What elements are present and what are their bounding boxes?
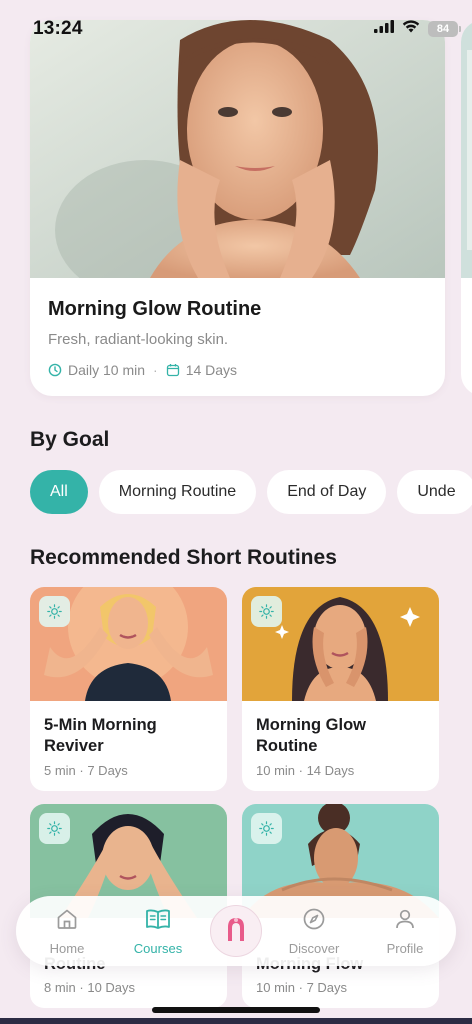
routine-image <box>30 587 227 701</box>
goal-chip-row: All Morning Routine End of Day Unde <box>30 470 472 514</box>
routine-title: 5-Min Morning Reviver <box>44 716 157 755</box>
book-icon <box>145 906 171 932</box>
featured-subtitle: Fresh, radiant-looking skin. <box>48 331 229 348</box>
bottom-nav: Home Courses Discover Profile <box>16 896 456 966</box>
nav-discover-label: Discover <box>288 941 340 956</box>
recommended-heading: Recommended Short Routines <box>30 546 337 569</box>
wifi-icon <box>402 20 420 38</box>
calendar-icon <box>166 363 180 377</box>
routine-image <box>242 587 439 701</box>
battery-icon: 84 <box>428 21 461 37</box>
meta-separator: · <box>153 362 158 378</box>
face-tool-button[interactable] <box>210 905 262 957</box>
status-bar: 13:24 84 <box>0 0 472 44</box>
featured-meta: Daily 10 min · 14 Days <box>48 362 237 378</box>
featured-image <box>30 20 445 278</box>
featured-days: 14 Days <box>185 362 238 378</box>
chip-end-of-day[interactable]: End of Day <box>267 470 387 514</box>
routine-meta: 8 min · 10 Days <box>44 980 136 995</box>
chip-morning-routine[interactable]: Morning Routine <box>98 470 257 514</box>
routine-meta: 10 min · 14 Days <box>256 763 355 778</box>
home-indicator <box>152 1007 320 1013</box>
sun-icon <box>39 813 70 844</box>
sun-icon <box>39 596 70 627</box>
compass-icon <box>301 906 327 932</box>
featured-title: Morning Glow Routine <box>48 298 262 320</box>
featured-course-card[interactable]: Morning Glow Routine Fresh, radiant-look… <box>30 20 445 396</box>
nav-home[interactable]: Home <box>32 906 102 956</box>
nav-courses-label: Courses <box>133 941 183 956</box>
next-row-peek <box>0 1018 472 1024</box>
sun-icon <box>251 596 282 627</box>
nav-courses[interactable]: Courses <box>123 906 193 956</box>
by-goal-heading: By Goal <box>30 428 110 451</box>
status-icons: 84 <box>374 20 461 38</box>
clock-icon <box>48 363 62 377</box>
nav-discover[interactable]: Discover <box>279 906 349 956</box>
nav-home-label: Home <box>49 941 85 956</box>
nav-profile[interactable]: Profile <box>370 906 440 956</box>
person-icon <box>392 906 418 932</box>
chip-all[interactable]: All <box>30 470 88 514</box>
featured-duration: Daily 10 min <box>68 362 146 378</box>
status-time: 13:24 <box>33 18 83 39</box>
home-icon <box>54 906 80 932</box>
routine-card[interactable]: Morning Glow Routine 10 min · 14 Days <box>242 587 439 791</box>
chip-unde[interactable]: Unde <box>397 470 472 514</box>
routine-meta: 10 min · 7 Days <box>256 980 348 995</box>
routine-meta: 5 min · 7 Days <box>44 763 128 778</box>
signal-icon <box>374 20 394 38</box>
nav-profile-label: Profile <box>386 941 424 956</box>
routine-title: Morning Glow Routine <box>256 716 366 755</box>
routine-card[interactable]: 5-Min Morning Reviver 5 min · 7 Days <box>30 587 227 791</box>
next-course-card-peek[interactable] <box>461 20 472 396</box>
courses-screen: 13:24 84 Morning Glow Routine Fresh, rad… <box>0 0 472 1024</box>
sun-icon <box>251 813 282 844</box>
face-tool-icon <box>224 915 248 948</box>
